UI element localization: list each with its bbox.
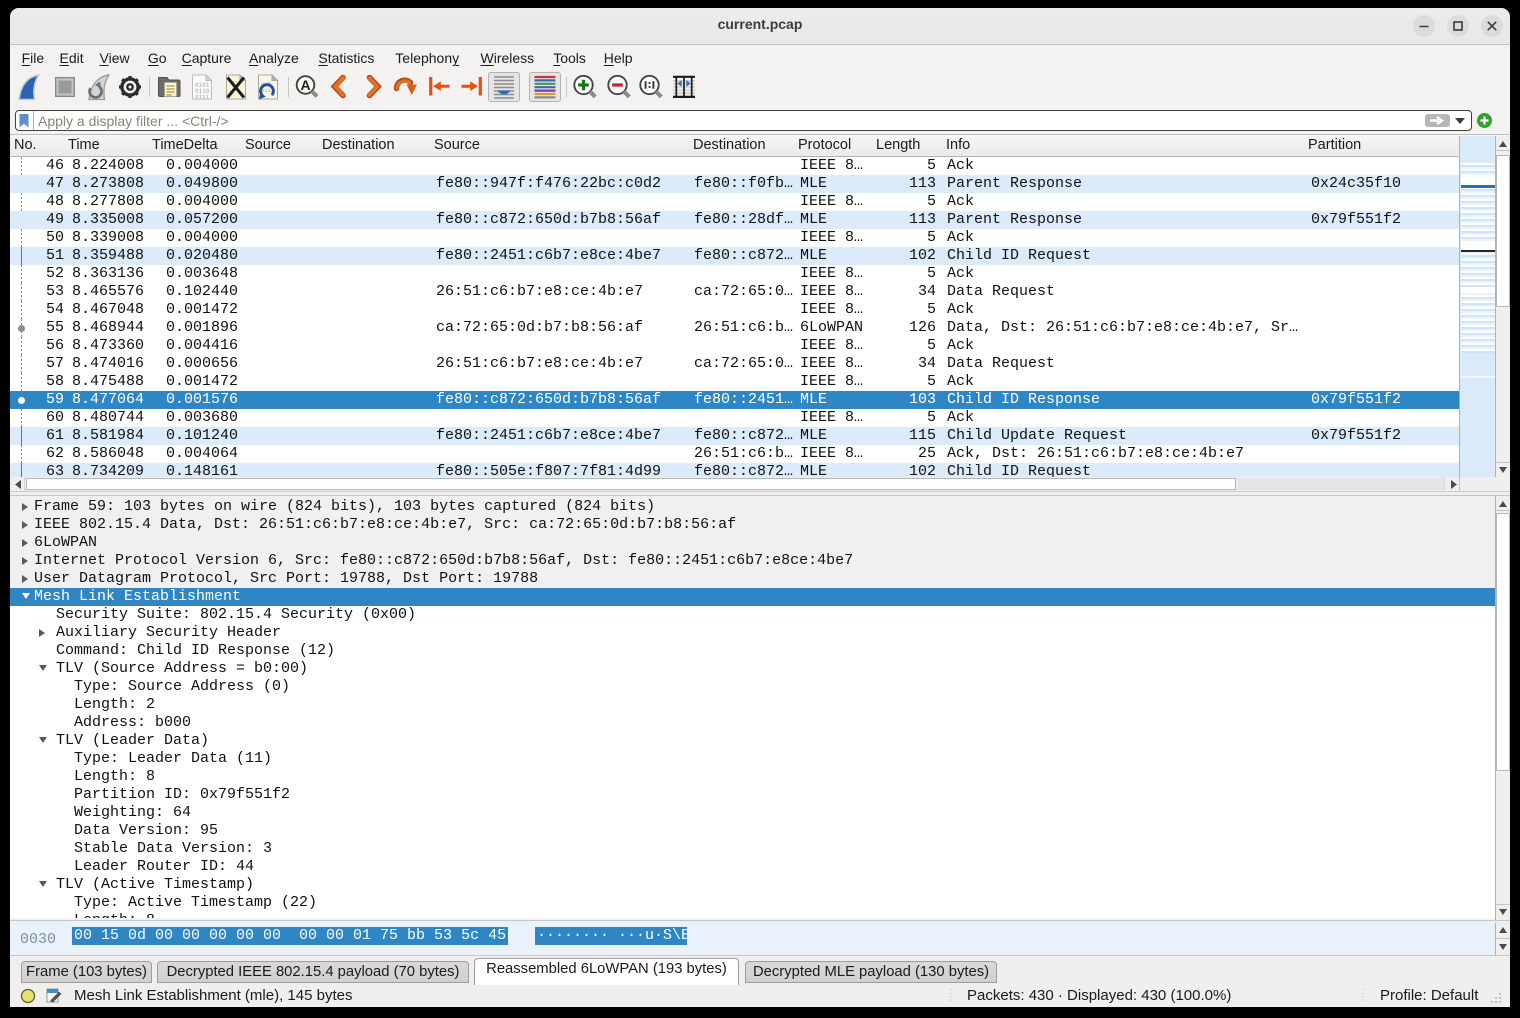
svg-text:0111: 0111 xyxy=(195,94,210,100)
svg-text:A: A xyxy=(300,77,310,93)
